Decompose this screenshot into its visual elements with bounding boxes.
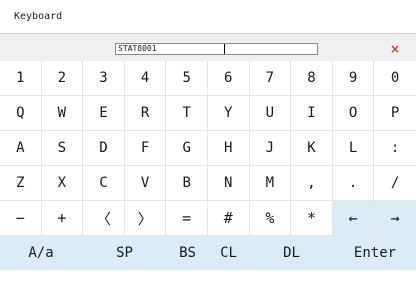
key-minus[interactable]: −: [0, 201, 42, 235]
case-toggle-key[interactable]: A/a: [0, 236, 82, 270]
key-colon[interactable]: :: [374, 131, 416, 165]
key-d[interactable]: D: [83, 131, 125, 165]
key-h[interactable]: H: [208, 131, 250, 165]
key-8[interactable]: 8: [291, 61, 333, 95]
key-plus[interactable]: +: [42, 201, 84, 235]
key-a[interactable]: A: [0, 131, 42, 165]
key-hash[interactable]: #: [208, 201, 250, 235]
key-u[interactable]: U: [250, 96, 292, 130]
key-e[interactable]: E: [83, 96, 125, 130]
key-k[interactable]: K: [291, 131, 333, 165]
key-1[interactable]: 1: [0, 61, 42, 95]
key-o[interactable]: O: [333, 96, 375, 130]
key-7[interactable]: 7: [250, 61, 292, 95]
key-m[interactable]: M: [250, 166, 292, 200]
key-b[interactable]: B: [166, 166, 208, 200]
close-button[interactable]: ×: [390, 34, 416, 61]
key-v[interactable]: V: [125, 166, 167, 200]
key-j[interactable]: J: [250, 131, 292, 165]
key-grid: 1 2 3 4 5 6 7 8 9 0 Q W E R T Y U I O P …: [0, 61, 416, 270]
key-q[interactable]: Q: [0, 96, 42, 130]
key-equals[interactable]: =: [166, 201, 208, 235]
key-row-asdf: A S D F G H J K L :: [0, 131, 416, 166]
key-2[interactable]: 2: [42, 61, 84, 95]
input-bar: STAT8001: [0, 34, 416, 61]
key-less-than[interactable]: 〈: [83, 201, 125, 235]
key-r[interactable]: R: [125, 96, 167, 130]
keyboard-window: Keyboard STAT8001 × 1 2 3 4 5 6 7 8 9 0 …: [0, 0, 416, 298]
key-x[interactable]: X: [42, 166, 84, 200]
key-p[interactable]: P: [374, 96, 416, 130]
key-period[interactable]: .: [333, 166, 375, 200]
clear-key[interactable]: CL: [208, 236, 249, 270]
key-s[interactable]: S: [42, 131, 84, 165]
text-cursor: [224, 44, 225, 54]
key-0[interactable]: 0: [374, 61, 416, 95]
key-4[interactable]: 4: [125, 61, 167, 95]
key-greater-than[interactable]: 〉: [125, 201, 167, 235]
footer-strip: [0, 272, 416, 298]
arrow-right-key[interactable]: →: [374, 201, 416, 235]
enter-key[interactable]: Enter: [334, 236, 416, 270]
key-c[interactable]: C: [83, 166, 125, 200]
key-9[interactable]: 9: [333, 61, 375, 95]
key-y[interactable]: Y: [208, 96, 250, 130]
key-i[interactable]: I: [291, 96, 333, 130]
key-row-zxcv: Z X C V B N M , . /: [0, 166, 416, 201]
key-z[interactable]: Z: [0, 166, 42, 200]
key-f[interactable]: F: [125, 131, 167, 165]
title-bar: Keyboard: [0, 0, 416, 34]
key-percent[interactable]: %: [250, 201, 292, 235]
text-input[interactable]: STAT8001: [115, 43, 318, 55]
key-asterisk[interactable]: *: [291, 201, 333, 235]
key-row-symbols: − + 〈 〉 = # % * ← →: [0, 201, 416, 236]
key-6[interactable]: 6: [208, 61, 250, 95]
key-5[interactable]: 5: [166, 61, 208, 95]
key-comma[interactable]: ,: [291, 166, 333, 200]
key-t[interactable]: T: [166, 96, 208, 130]
key-3[interactable]: 3: [83, 61, 125, 95]
window-title: Keyboard: [14, 11, 63, 22]
key-row-function: A/a SP BS CL DL Enter: [0, 236, 416, 270]
key-row-numbers: 1 2 3 4 5 6 7 8 9 0: [0, 61, 416, 96]
key-l[interactable]: L: [333, 131, 375, 165]
key-slash[interactable]: /: [374, 166, 416, 200]
key-n[interactable]: N: [208, 166, 250, 200]
arrow-left-key[interactable]: ←: [332, 201, 375, 235]
key-w[interactable]: W: [42, 96, 84, 130]
space-key[interactable]: SP: [82, 236, 167, 270]
key-row-qwerty: Q W E R T Y U I O P: [0, 96, 416, 131]
key-g[interactable]: G: [166, 131, 208, 165]
backspace-key[interactable]: BS: [167, 236, 208, 270]
delete-key[interactable]: DL: [249, 236, 334, 270]
